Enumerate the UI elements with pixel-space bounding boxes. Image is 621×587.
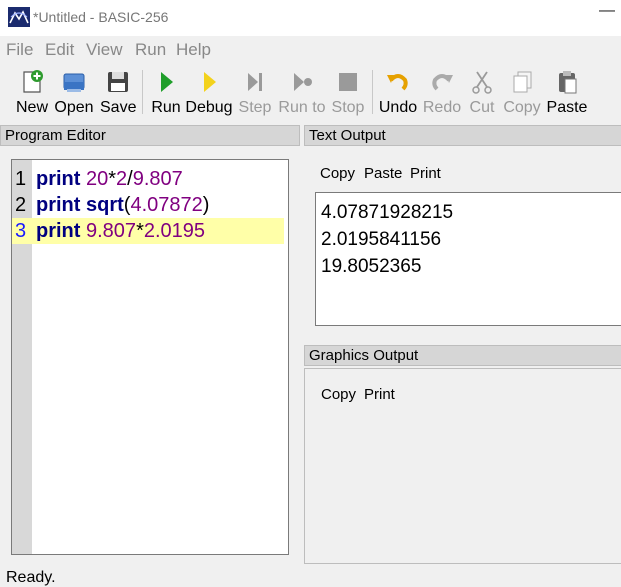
title-bar: *Untitled - BASIC-256 — xyxy=(0,0,621,36)
menu-run[interactable]: Run xyxy=(135,40,166,60)
code-line[interactable]: 1 print 20*2/9.807 xyxy=(12,166,284,192)
code-text: print sqrt(4.07872) xyxy=(36,192,209,218)
undo-button[interactable]: Undo xyxy=(378,66,418,118)
copy-label: Copy xyxy=(503,99,541,116)
basic256-logo-icon xyxy=(8,7,30,27)
cut-label: Cut xyxy=(469,99,495,116)
run-button[interactable]: Run xyxy=(149,66,183,118)
copy-button[interactable]: Copy xyxy=(502,66,542,118)
paste-button[interactable]: Paste xyxy=(546,66,588,118)
run-to-icon xyxy=(294,73,312,91)
code-text: print 20*2/9.807 xyxy=(36,166,183,192)
menu-help[interactable]: Help xyxy=(176,40,211,60)
output-line: 19.8052365 xyxy=(321,256,422,277)
number-token: 9.807 xyxy=(132,168,183,190)
number-token: 4.07872 xyxy=(130,194,203,216)
number-token: 2 xyxy=(116,168,128,190)
code-text: print 9.807*2.0195 xyxy=(36,218,205,244)
line-number: 3 xyxy=(15,220,27,242)
text-output-print-button[interactable]: Print xyxy=(410,165,441,182)
new-file-icon xyxy=(23,70,43,93)
output-line: 2.0195841156 xyxy=(321,229,442,250)
stop-button[interactable]: Stop xyxy=(330,66,366,118)
code-line[interactable]: 2 print sqrt(4.07872) xyxy=(12,192,284,218)
run-play-icon xyxy=(161,72,173,92)
open-label: Open xyxy=(54,99,94,116)
debug-play-icon xyxy=(204,72,216,92)
redo-label: Redo xyxy=(422,99,462,116)
operator-token: * xyxy=(108,168,117,190)
status-bar-text: Ready. xyxy=(6,569,56,586)
program-editor[interactable]: 1 print 20*2/9.807 2 print sqrt(4.07872) 3 pr… xyxy=(11,159,289,555)
toolbar-separator xyxy=(142,70,143,114)
step-button[interactable]: Step xyxy=(238,66,272,118)
open-folder-icon xyxy=(63,73,85,92)
paste-clipboard-icon xyxy=(559,71,577,94)
window-title: *Untitled - BASIC-256 xyxy=(33,9,169,25)
redo-button[interactable]: Redo xyxy=(422,66,462,118)
debug-button[interactable]: Debug xyxy=(185,66,233,118)
open-button[interactable]: Open xyxy=(54,66,94,118)
cut-button[interactable]: Cut xyxy=(467,66,497,118)
step-label: Step xyxy=(238,99,272,116)
run-to-button[interactable]: Run to xyxy=(277,66,327,118)
program-editor-header: Program Editor xyxy=(0,125,300,146)
text-output-copy-button[interactable]: Copy xyxy=(320,165,355,182)
code-line[interactable]: 3 print 9.807*2.0195 xyxy=(12,218,284,244)
new-button[interactable]: New xyxy=(13,66,51,118)
save-disk-icon xyxy=(108,72,128,92)
minimize-icon[interactable]: — xyxy=(599,2,615,20)
keyword-token: print xyxy=(36,220,86,242)
line-number: 1 xyxy=(15,168,27,190)
text-output-paste-button[interactable]: Paste xyxy=(364,165,402,182)
menu-bar: File Edit View Run Help xyxy=(0,36,621,64)
keyword-token: sqrt xyxy=(86,194,124,216)
operator-token: ) xyxy=(202,194,210,216)
redo-arrow-icon xyxy=(432,74,453,91)
copy-icon xyxy=(513,71,532,93)
number-token: 20 xyxy=(86,168,109,190)
debug-label: Debug xyxy=(185,99,233,116)
operator-token: * xyxy=(136,220,144,242)
stop-label: Stop xyxy=(331,99,365,116)
text-output-area[interactable]: 4.07871928215 2.0195841156 19.8052365 xyxy=(315,192,621,326)
graphics-output-print-button[interactable]: Print xyxy=(364,386,395,403)
undo-label: Undo xyxy=(378,99,418,116)
menu-view[interactable]: View xyxy=(86,40,123,60)
line-number: 2 xyxy=(15,194,27,216)
paste-label: Paste xyxy=(546,99,588,116)
save-label: Save xyxy=(100,99,137,116)
number-token: 9.807 xyxy=(86,220,137,242)
toolbar-separator xyxy=(372,70,373,114)
step-icon xyxy=(248,73,262,91)
new-label: New xyxy=(15,99,48,116)
keyword-token: print xyxy=(36,194,86,216)
run-to-label: Run to xyxy=(278,99,326,116)
output-line: 4.07871928215 xyxy=(321,202,454,223)
stop-icon xyxy=(339,73,357,91)
number-token: 2.0195 xyxy=(143,220,206,242)
text-output-header: Text Output xyxy=(304,125,621,146)
menu-edit[interactable]: Edit xyxy=(45,40,74,60)
toolbar: New Open Save Run Debug Step Run to Stop… xyxy=(0,64,621,120)
undo-arrow-icon xyxy=(387,74,408,91)
menu-file[interactable]: File xyxy=(6,40,33,60)
run-label: Run xyxy=(151,99,181,116)
graphics-output-copy-button[interactable]: Copy xyxy=(321,386,356,403)
graphics-output-header: Graphics Output xyxy=(304,345,621,366)
save-button[interactable]: Save xyxy=(100,66,136,118)
scissors-icon xyxy=(472,71,492,94)
keyword-token: print xyxy=(36,168,86,190)
